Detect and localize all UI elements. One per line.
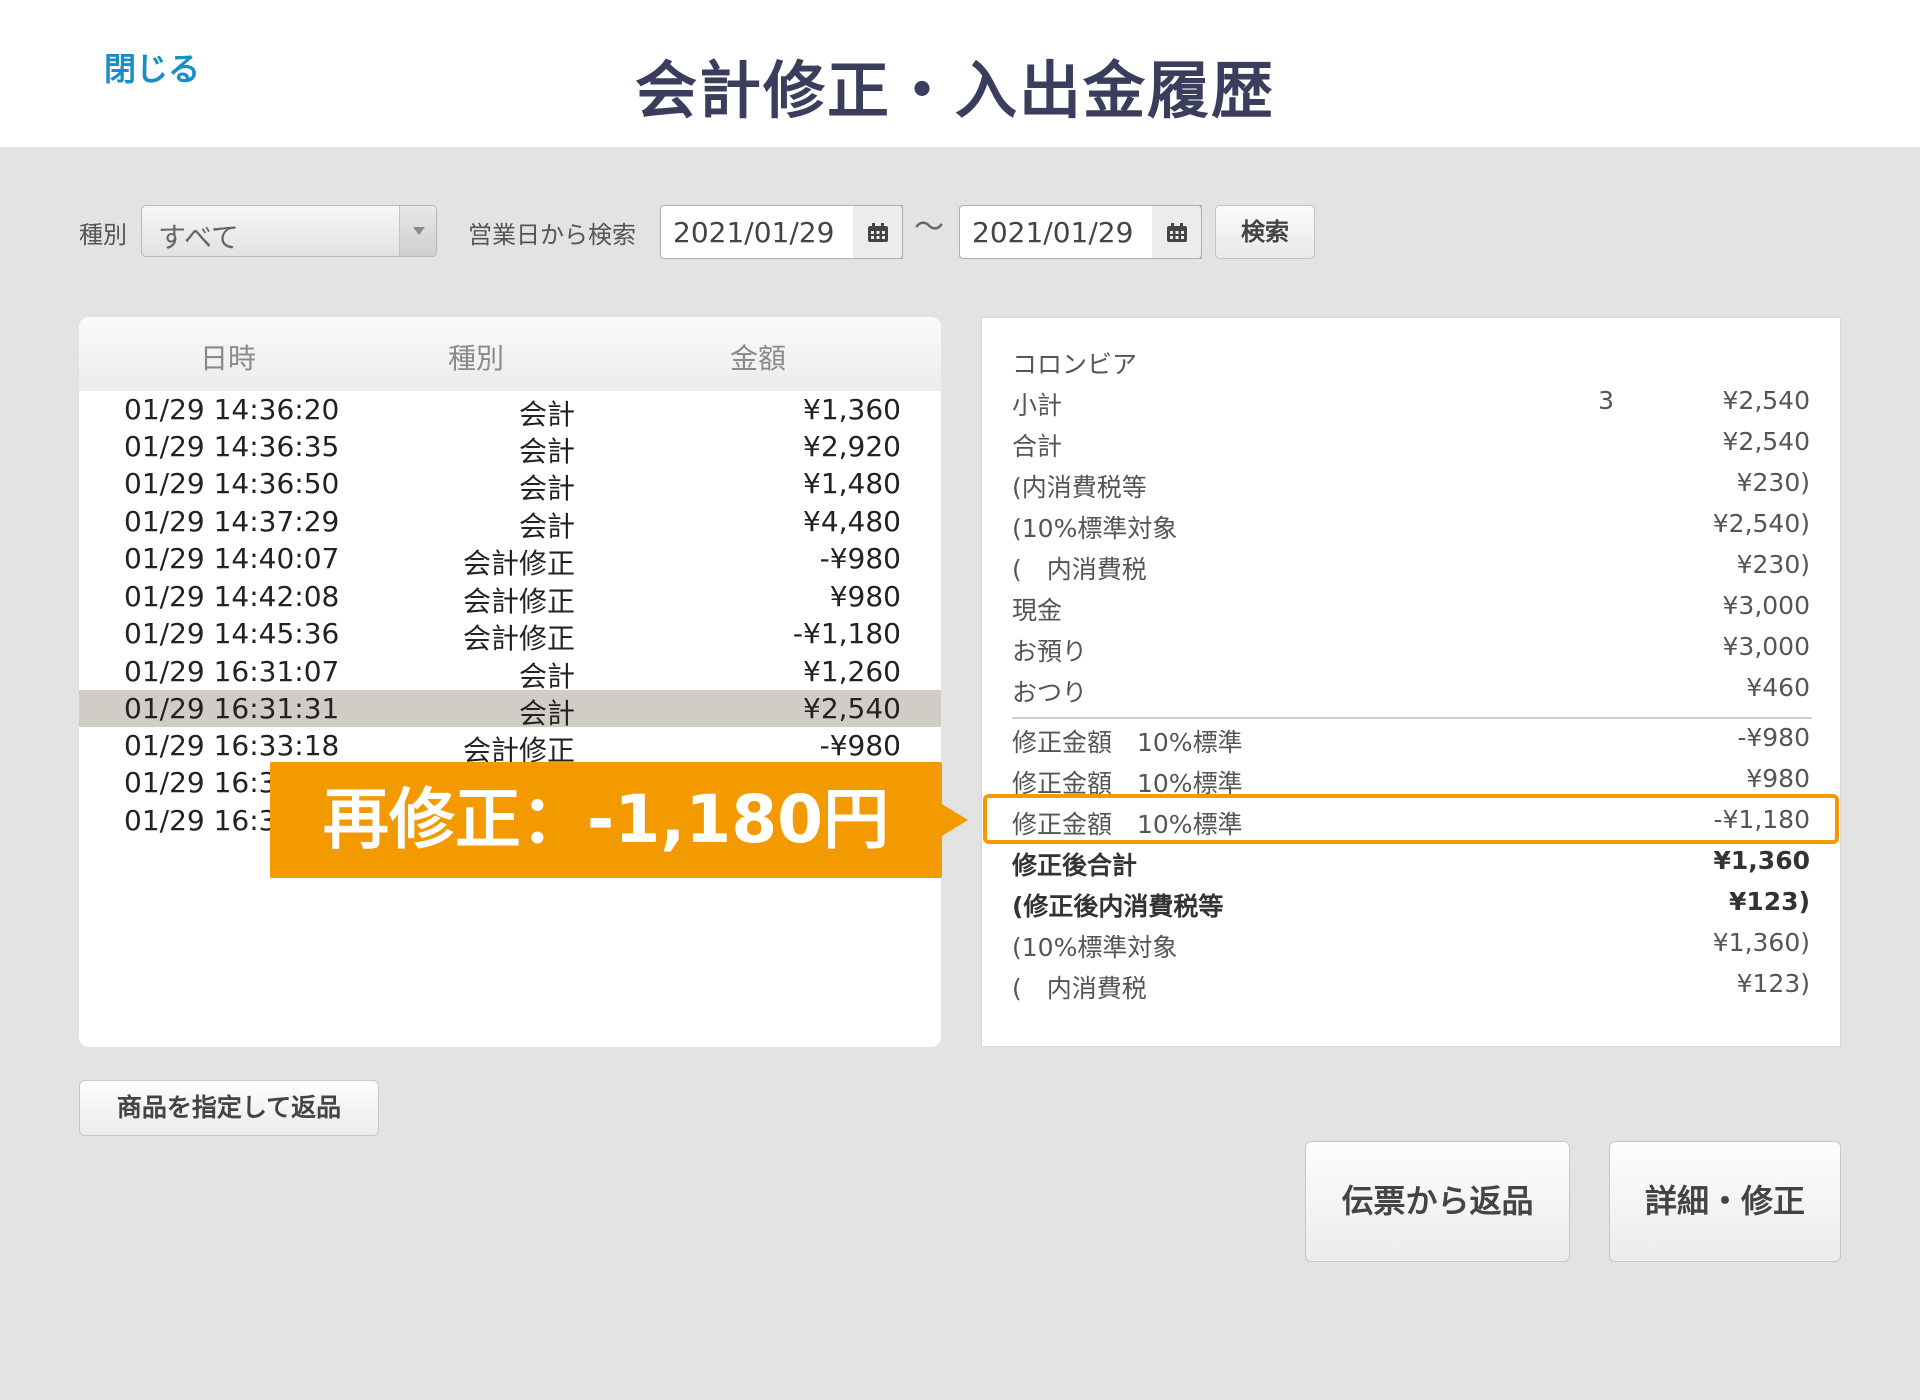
date-to-value: 2021/01/29 (972, 216, 1134, 249)
column-header-amount: 金額 (730, 342, 787, 375)
row-type: 会計 (518, 435, 575, 468)
return-by-product-button[interactable]: 商品を指定して返品 (79, 1080, 379, 1136)
row-amount: ¥1,480 (803, 467, 901, 500)
row-type: 会計 (518, 697, 575, 730)
column-header-type: 種別 (448, 342, 505, 375)
table-row[interactable]: 01/29 14:36:50 会計 ¥1,480 (79, 465, 941, 505)
detail-value: ¥3,000 (1722, 632, 1810, 661)
date-range-separator: 〜 (914, 210, 944, 245)
row-type: 会計 (518, 510, 575, 543)
table-row[interactable]: 01/29 16:31:07 会計 ¥1,260 (79, 653, 941, 693)
detail-qty: 3 (1598, 386, 1614, 415)
callout-pointer (942, 804, 968, 836)
row-datetime: 01/29 14:36:50 (124, 467, 340, 500)
row-datetime: 01/29 14:45:36 (124, 617, 340, 650)
detail-value: ¥2,540 (1722, 386, 1810, 415)
search-button[interactable]: 検索 (1215, 205, 1315, 259)
detail-value: ¥460 (1746, 673, 1810, 702)
chevron-down-icon (399, 206, 436, 256)
detail-label: (10%標準対象 (1012, 514, 1178, 543)
detail-value: ¥980 (1746, 764, 1810, 793)
date-search-label: 営業日から検索 (468, 221, 636, 249)
item-name: コロンビア (1012, 350, 1138, 379)
row-datetime: 01/29 16:33:18 (124, 729, 340, 762)
date-to-calendar-button[interactable] (1152, 205, 1202, 259)
detail-label: (内消費税等 (1012, 473, 1147, 502)
row-datetime: 01/29 16:31:31 (124, 692, 340, 725)
detail-value: ¥230) (1736, 550, 1810, 579)
detail-value: ¥3,000 (1722, 591, 1810, 620)
header-bar: 閉じる 会計修正・入出金履歴 (0, 0, 1920, 147)
row-datetime: 01/29 16:31:07 (124, 655, 340, 688)
detail-edit-button[interactable]: 詳細・修正 (1609, 1141, 1841, 1262)
table-row-selected[interactable]: 01/29 16:31:31 会計 ¥2,540 (79, 690, 941, 730)
row-type: 会計 (518, 472, 575, 505)
row-type: 会計修正 (462, 585, 575, 618)
type-select-value: すべて (158, 221, 239, 254)
detail-label: (修正後内消費税等 (1012, 892, 1224, 921)
detail-label: 修正後合計 (1012, 851, 1138, 880)
detail-label: 小計 (1012, 391, 1063, 420)
table-row[interactable]: 01/29 16:33:18 会計修正 -¥980 (79, 727, 941, 767)
row-amount: ¥1,360 (803, 393, 901, 426)
detail-value: ¥2,540 (1722, 427, 1810, 456)
list-header: 日時 種別 金額 (79, 317, 941, 391)
row-datetime: 01/29 16:3 (124, 766, 277, 799)
row-amount: ¥4,480 (803, 505, 901, 538)
detail-label: お預り (1012, 637, 1088, 666)
row-amount: ¥980 (829, 580, 901, 613)
table-row[interactable]: 01/29 14:42:08 会計修正 ¥980 (79, 578, 941, 618)
detail-divider (1012, 717, 1812, 719)
row-datetime: 01/29 14:42:08 (124, 580, 340, 613)
row-datetime: 01/29 16:3 (124, 804, 277, 837)
row-type: 会計修正 (462, 622, 575, 655)
highlight-outline (983, 794, 1839, 844)
detail-label: ( 内消費税 (1012, 555, 1147, 584)
detail-label: 現金 (1012, 596, 1063, 625)
detail-value: ¥1,360) (1712, 928, 1810, 957)
table-row[interactable]: 01/29 14:37:29 会計 ¥4,480 (79, 503, 941, 543)
row-datetime: 01/29 14:40:07 (124, 542, 340, 575)
detail-value: ¥123) (1728, 887, 1810, 916)
detail-value: -¥980 (1737, 723, 1810, 752)
detail-value: ¥123) (1736, 969, 1810, 998)
column-header-datetime: 日時 (200, 342, 257, 375)
row-datetime: 01/29 14:37:29 (124, 505, 340, 538)
date-from-calendar-button[interactable] (853, 205, 903, 259)
row-amount: -¥980 (819, 729, 901, 762)
detail-label: 合計 (1012, 432, 1063, 461)
detail-value: ¥2,540) (1712, 509, 1810, 538)
transaction-list: 日時 種別 金額 01/29 14:36:20 会計 ¥1,360 01/29 … (79, 317, 941, 1047)
row-datetime: 01/29 14:36:35 (124, 430, 340, 463)
detail-value: ¥1,360 (1713, 846, 1810, 875)
table-row[interactable]: 01/29 14:36:35 会計 ¥2,920 (79, 428, 941, 468)
detail-label: 修正金額 10%標準 (1012, 728, 1243, 757)
table-row[interactable]: 01/29 14:36:20 会計 ¥1,360 (79, 391, 941, 431)
calendar-icon (868, 223, 888, 242)
detail-label: (10%標準対象 (1012, 933, 1178, 962)
row-datetime: 01/29 14:36:20 (124, 393, 340, 426)
annotation-callout: 再修正：-1,180円 (270, 762, 942, 878)
type-select[interactable]: すべて (141, 205, 437, 257)
detail-value: ¥230) (1736, 468, 1810, 497)
row-type: 会計 (518, 398, 575, 431)
table-row[interactable]: 01/29 14:45:36 会計修正 -¥1,180 (79, 615, 941, 655)
receipt-detail-panel: コロンビア 小計 3 ¥2,540 合計 ¥2,540 (内消費税等 ¥230)… (981, 317, 1841, 1047)
page-title: 会計修正・入出金履歴 (634, 54, 1275, 127)
table-row[interactable]: 01/29 14:40:07 会計修正 -¥980 (79, 540, 941, 580)
row-amount: -¥980 (819, 542, 901, 575)
date-from-value: 2021/01/29 (673, 216, 835, 249)
return-from-slip-button[interactable]: 伝票から返品 (1305, 1141, 1570, 1262)
detail-label: ( 内消費税 (1012, 974, 1147, 1003)
row-amount: ¥2,920 (803, 430, 901, 463)
detail-label: おつり (1012, 678, 1088, 707)
row-amount: ¥1,260 (803, 655, 901, 688)
row-type: 会計修正 (462, 547, 575, 580)
row-type: 会計 (518, 660, 575, 693)
row-amount: ¥2,540 (803, 692, 901, 725)
row-amount: -¥1,180 (792, 617, 901, 650)
calendar-icon (1167, 223, 1187, 242)
type-filter-label: 種別 (79, 221, 127, 249)
